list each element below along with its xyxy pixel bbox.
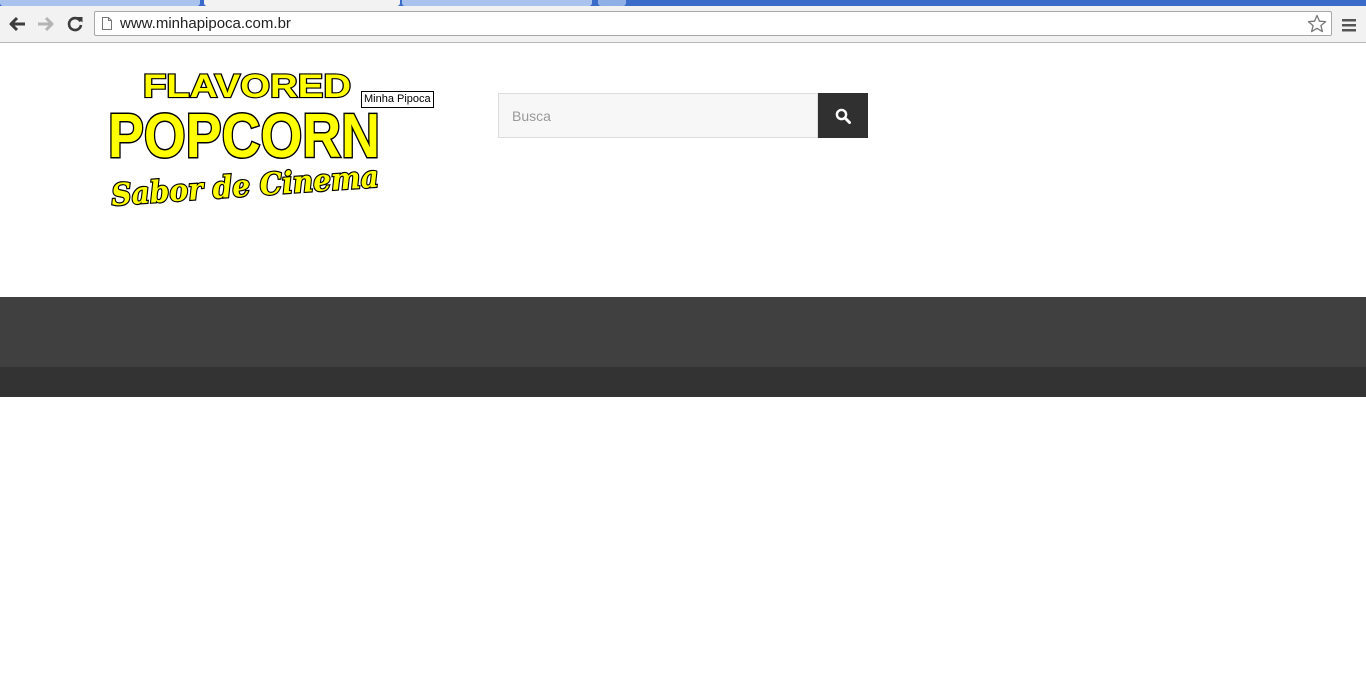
logo-line-popcorn: POPCORN <box>108 102 380 171</box>
web-page: FLAVORED POPCORN Sabor de Cinema Minha P… <box>0 43 1366 696</box>
secondary-navigation-bar <box>0 367 1366 397</box>
url-text: www.minhapipoca.com.br <box>120 15 291 32</box>
arrow-right-icon <box>38 16 54 32</box>
logo-tooltip: Minha Pipoca <box>361 91 434 108</box>
search-input[interactable] <box>498 93 818 138</box>
reload-icon <box>67 16 83 32</box>
back-button[interactable] <box>6 13 28 35</box>
search-button[interactable] <box>818 93 868 138</box>
page-icon <box>102 17 112 30</box>
bookmark-star-icon[interactable] <box>1307 14 1327 34</box>
browser-menu-icon[interactable] <box>1340 17 1358 33</box>
arrow-left-icon <box>9 16 25 32</box>
search-icon <box>835 108 851 124</box>
logo-graphic: FLAVORED POPCORN Sabor de Cinema <box>107 67 382 215</box>
reload-button[interactable] <box>64 13 86 35</box>
logo-line-flavored: FLAVORED <box>143 68 351 104</box>
forward-button[interactable] <box>35 13 57 35</box>
address-bar[interactable]: www.minhapipoca.com.br <box>94 11 1332 36</box>
main-navigation-bar <box>0 297 1366 367</box>
site-logo[interactable]: FLAVORED POPCORN Sabor de Cinema <box>107 67 387 215</box>
browser-toolbar: www.minhapipoca.com.br <box>0 6 1366 43</box>
